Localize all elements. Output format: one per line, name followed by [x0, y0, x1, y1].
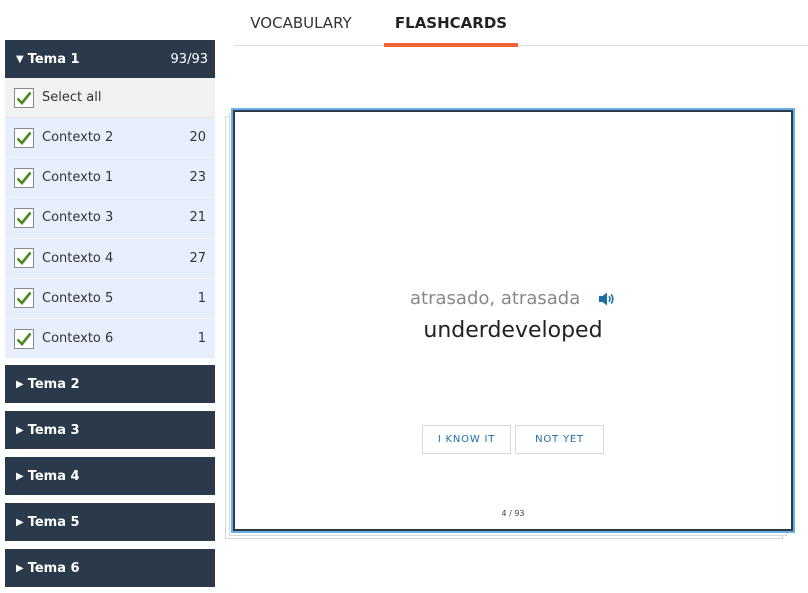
context-checkbox[interactable] — [14, 328, 34, 349]
sidebar: ▼ Tema 1 93/93 Select all Contexto 2 20 … — [5, 40, 215, 588]
context-count: 23 — [189, 170, 206, 186]
context-count: 1 — [197, 331, 206, 347]
flashcard-definition: underdeveloped — [423, 318, 603, 343]
checkmark-icon — [16, 251, 32, 266]
context-label: Contexto 4 — [42, 250, 114, 266]
speaker-icon[interactable] — [598, 291, 616, 307]
tema-4-header[interactable]: ▶ Tema 4 — [5, 457, 215, 496]
checkmark-icon — [16, 211, 32, 225]
context-checkbox[interactable] — [14, 127, 34, 148]
context-row[interactable]: Contexto 6 1 — [5, 318, 215, 360]
context-checkbox[interactable] — [14, 167, 34, 188]
tema-5-header[interactable]: ▶ Tema 5 — [5, 503, 215, 542]
checkmark-icon — [16, 91, 32, 105]
context-label: Contexto 5 — [42, 290, 114, 306]
checkmark-icon — [16, 131, 32, 145]
tema-label: Tema 5 — [27, 514, 80, 530]
tema-1-label: Tema 1 — [27, 51, 80, 67]
triangle-down-icon: ▼ — [16, 53, 24, 65]
select-all-label: Select all — [42, 90, 102, 105]
context-count: 21 — [189, 210, 206, 226]
i-know-it-button[interactable]: I KNOW IT — [422, 425, 511, 454]
tema-group-open: ▼ Tema 1 93/93 Select all Contexto 2 20 … — [5, 40, 215, 360]
triangle-right-icon: ▶ — [16, 470, 24, 482]
context-row[interactable]: Contexto 4 27 — [5, 238, 215, 279]
tema-label: Tema 2 — [27, 376, 80, 392]
select-all-row[interactable]: Select all — [5, 78, 215, 118]
tema-1-count: 93/93 — [170, 51, 208, 67]
tab-bar: VOCABULARY FLASHCARDS — [234, 0, 808, 47]
select-all-checkbox[interactable] — [14, 87, 34, 108]
tema-6-header[interactable]: ▶ Tema 6 — [5, 549, 215, 588]
tab-flashcards[interactable]: FLASHCARDS — [384, 0, 518, 47]
checkmark-icon — [16, 292, 32, 306]
tema-2-header[interactable]: ▶ Tema 2 — [5, 365, 215, 404]
card-progress: 4 / 93 — [501, 509, 525, 518]
tema-label: Tema 3 — [27, 422, 80, 438]
triangle-right-icon: ▶ — [16, 562, 24, 574]
context-count: 20 — [189, 130, 206, 146]
context-count: 1 — [197, 290, 206, 306]
checkmark-icon — [16, 171, 32, 185]
tema-label: Tema 6 — [27, 560, 80, 576]
context-row[interactable]: Contexto 2 20 — [5, 118, 215, 159]
context-checkbox[interactable] — [14, 248, 34, 269]
context-label: Contexto 2 — [42, 130, 114, 146]
context-label: Contexto 1 — [42, 170, 114, 186]
context-count: 27 — [189, 250, 206, 266]
context-checkbox[interactable] — [14, 207, 34, 228]
context-row[interactable]: Contexto 5 1 — [5, 278, 215, 319]
flashcard-term: atrasado, atrasada — [410, 288, 581, 309]
term-line: atrasado, atrasada — [235, 288, 791, 309]
tema-3-header[interactable]: ▶ Tema 3 — [5, 411, 215, 450]
triangle-right-icon: ▶ — [16, 516, 24, 528]
checkmark-icon — [16, 332, 32, 346]
context-checkbox[interactable] — [14, 288, 34, 309]
context-row[interactable]: Contexto 3 21 — [5, 198, 215, 239]
flashcard[interactable]: atrasado, atrasada underdeveloped I KNOW… — [231, 108, 795, 533]
triangle-right-icon: ▶ — [16, 424, 24, 436]
tab-vocabulary[interactable]: VOCABULARY — [234, 0, 368, 46]
context-label: Contexto 3 — [42, 210, 114, 226]
tema-label: Tema 4 — [27, 468, 80, 484]
context-row[interactable]: Contexto 1 23 — [5, 158, 215, 199]
triangle-right-icon: ▶ — [16, 378, 24, 390]
context-label: Contexto 6 — [42, 331, 114, 347]
tema-1-header[interactable]: ▼ Tema 1 93/93 — [5, 40, 215, 78]
not-yet-button[interactable]: NOT YET — [515, 425, 604, 454]
